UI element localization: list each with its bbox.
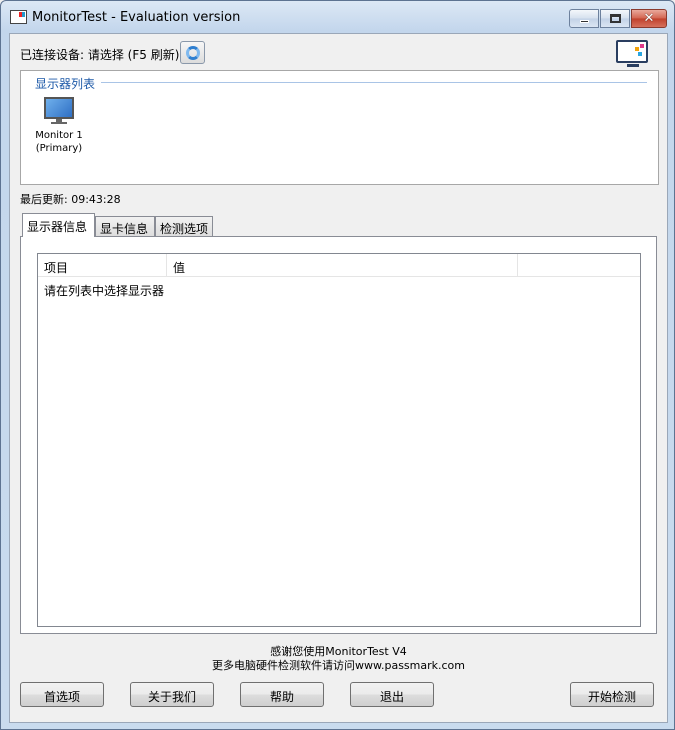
exit-button[interactable]: 退出 (350, 682, 434, 707)
monitor-icon (44, 97, 74, 119)
help-button[interactable]: 帮助 (240, 682, 324, 707)
application-window: MonitorTest - Evaluation version ✕ 已连接设备… (0, 0, 675, 730)
last-update-label: 最后更新: 09:43:28 (20, 193, 121, 206)
close-icon: ✕ (643, 11, 655, 26)
monitortest-app-icon[interactable] (10, 10, 27, 24)
tab-test-options[interactable]: 检测选项 (155, 216, 213, 237)
minimize-button[interactable] (569, 9, 599, 28)
refresh-icon (185, 45, 200, 60)
about-button[interactable]: 关于我们 (130, 682, 214, 707)
monitor-item-primary: (Primary) (35, 143, 83, 154)
tab-panel: 项目 值 请在列表中选择显示器 (20, 236, 657, 634)
monitor-list-panel: 显示器列表 Monitor 1 (Primary) (20, 70, 659, 185)
preferences-button[interactable]: 首选项 (20, 682, 104, 707)
group-divider (101, 82, 647, 83)
monitor-list-group-label: 显示器列表 (35, 75, 100, 92)
title-bar[interactable]: MonitorTest - Evaluation version ✕ (1, 1, 674, 33)
tab-graphics-info[interactable]: 显卡信息 (95, 216, 155, 237)
maximize-icon (609, 14, 621, 23)
listview-header: 项目 值 (38, 254, 640, 277)
monitor-item-name: Monitor 1 (35, 130, 83, 141)
main-client-area: 已连接设备: 请选择 (F5 刷新) 显示器列表 Monitor 1 (Prim… (9, 33, 668, 723)
thanks-line-1: 感谢您使用MonitorTest V4 (270, 645, 407, 658)
monitor-list-item-1[interactable]: Monitor 1 (Primary) (35, 97, 83, 155)
tab-monitor-info[interactable]: 显示器信息 (22, 213, 95, 237)
start-test-button[interactable]: 开始检测 (570, 682, 654, 707)
connected-device-label: 已连接设备: 请选择 (F5 刷新) (20, 48, 180, 62)
column-header-item[interactable]: 项目 (38, 254, 167, 277)
table-row[interactable]: 请在列表中选择显示器 (44, 282, 164, 299)
column-header-value[interactable]: 值 (167, 254, 518, 277)
maximize-button[interactable] (600, 9, 630, 28)
passmark-monitor-icon (616, 40, 648, 67)
refresh-button[interactable] (180, 41, 205, 64)
thanks-line-2: 更多电脑硬件检测软件请访问www.passmark.com (212, 659, 465, 672)
monitor-item-label: Monitor 1 (Primary) (29, 129, 89, 155)
minimize-icon (579, 20, 589, 23)
thanks-message: 感谢您使用MonitorTest V4 更多电脑硬件检测软件请访问www.pas… (10, 645, 667, 673)
monitor-icon-base (51, 122, 67, 124)
monitor-info-listview[interactable]: 项目 值 请在列表中选择显示器 (37, 253, 641, 627)
column-header-filler (518, 254, 640, 277)
close-button[interactable]: ✕ (631, 9, 667, 28)
window-title: MonitorTest - Evaluation version (32, 10, 241, 25)
